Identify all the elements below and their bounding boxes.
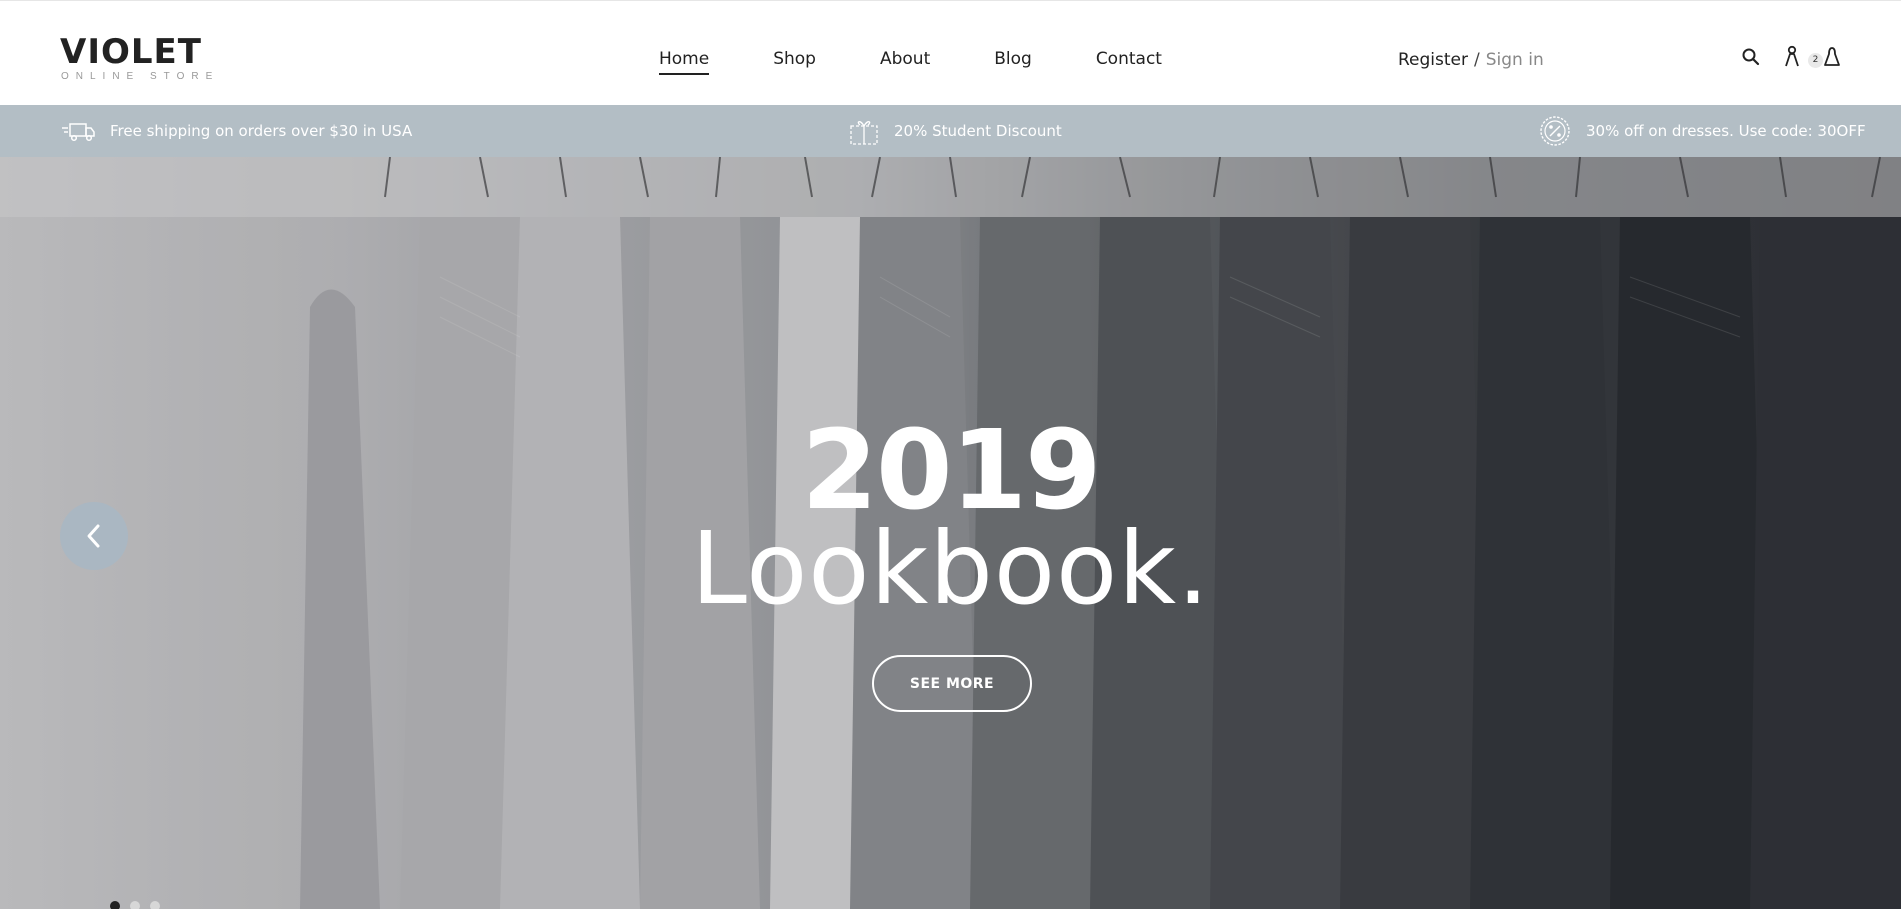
brand-tagline: ONLINE STORE	[61, 71, 220, 82]
user-icon[interactable]	[1780, 45, 1804, 69]
brand-name: VIOLET	[60, 32, 202, 72]
nav-home[interactable]: Home	[659, 49, 710, 75]
nav-about[interactable]: About	[880, 49, 930, 75]
hero-slider: 2019 Lookbook. SEE MORE	[0, 157, 1901, 909]
percent-badge-icon	[1540, 116, 1570, 146]
auth-links: Register / Sign in	[1398, 50, 1544, 70]
see-more-button[interactable]: SEE MORE	[872, 655, 1032, 712]
cart-count-badge: 2	[1808, 53, 1823, 68]
register-link[interactable]: Register	[1398, 50, 1468, 70]
brand-logo[interactable]: VIOLET ONLINE STORE	[60, 35, 219, 82]
truck-icon	[62, 123, 95, 142]
hero-title: Lookbook.	[691, 510, 1210, 627]
slider-dot-2[interactable]	[130, 901, 140, 909]
promo-shipping-text: Free shipping on orders over $30 in USA	[110, 122, 413, 140]
promo-dresses: 30% off on dresses. Use code: 30OFF	[1538, 105, 1866, 157]
nav-blog[interactable]: Blog	[994, 49, 1032, 75]
slider-dots	[110, 901, 170, 909]
promo-dresses-text: 30% off on dresses. Use code: 30OFF	[1586, 122, 1866, 140]
nav-shop[interactable]: Shop	[773, 49, 816, 75]
promo-shipping: Free shipping on orders over $30 in USA	[60, 105, 412, 157]
header-icons: 2	[1740, 45, 1860, 69]
auth-separator: /	[1474, 50, 1480, 70]
promo-bar: Free shipping on orders over $30 in USA …	[0, 105, 1901, 157]
nav-contact[interactable]: Contact	[1096, 49, 1162, 75]
bag-icon[interactable]: 2	[1808, 45, 1844, 69]
gift-icon	[850, 121, 878, 145]
promo-student: 20% Student Discount	[848, 105, 1062, 157]
main-nav: Home Shop About Blog Contact	[659, 49, 1226, 75]
search-icon[interactable]	[1740, 45, 1764, 69]
sign-in-link[interactable]: Sign in	[1486, 50, 1544, 70]
promo-student-text: 20% Student Discount	[894, 122, 1062, 140]
site-header: VIOLET ONLINE STORE Home Shop About Blog…	[0, 0, 1901, 105]
hero-year: 2019	[801, 406, 1101, 534]
slider-dot-3[interactable]	[150, 901, 160, 909]
slider-dot-1[interactable]	[110, 901, 120, 909]
